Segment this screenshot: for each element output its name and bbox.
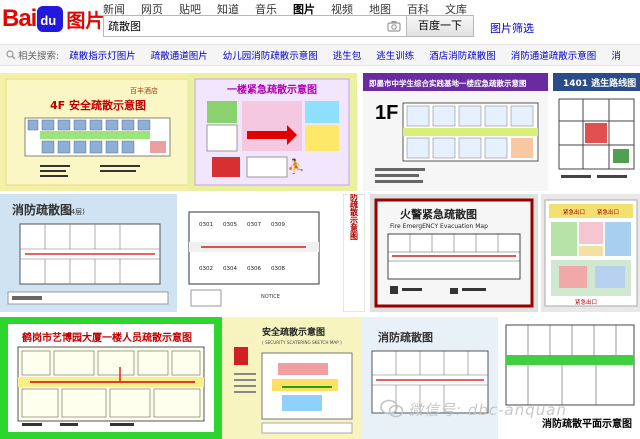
tile-title: 安全疏散示意图: [262, 326, 325, 338]
related-link[interactable]: 逃生训练: [376, 48, 414, 62]
running-man-icon: ⛹: [287, 157, 304, 175]
tile-title: 鹤岗市艺博园大厦一楼人员疏散示意图: [21, 331, 192, 344]
logo-text-images: 图片: [66, 9, 105, 32]
image-filter-link[interactable]: 图片筛选: [490, 20, 534, 36]
room-label: 0309: [271, 222, 285, 228]
search-box: [103, 15, 406, 37]
tile-title: 即墨市中学生综合实践基地一楼应急疏散示意图: [369, 78, 527, 88]
related-link[interactable]: 幼儿园消防疏散示意图: [223, 48, 318, 62]
image-result-jimo-school[interactable]: 即墨市中学生综合实践基地一楼应急疏散示意图 1F: [363, 73, 548, 191]
hotel-name: 百丰酒店: [130, 86, 158, 95]
related-link[interactable]: 消: [611, 48, 621, 62]
tile-subtitle: ( SECURITY SCATERING SKETCH MAP ): [262, 340, 342, 345]
exit-label: 紧急出口: [597, 208, 619, 216]
related-link[interactable]: 疏散通道图片: [151, 48, 208, 62]
room-label: 0304: [223, 266, 237, 272]
image-result-1401-route[interactable]: 1401 逃生路线图: [553, 73, 640, 191]
image-result-security-sketch[interactable]: 安全疏散示意图 ( SECURITY SCATERING SKETCH MAP …: [222, 317, 362, 439]
related-link[interactable]: 酒店消防疏散图: [429, 48, 496, 62]
image-results-grid: 百丰酒店 4F 安全疏散示意图 一楼紧急疏散示意图 ⛹ 即墨市中学生综合实践基地…: [0, 68, 640, 439]
camera-icon[interactable]: [387, 20, 401, 32]
image-result-colored-plan[interactable]: 紧急出口 紧急出口 紧急出口: [541, 194, 640, 312]
magnifier-icon: [6, 50, 16, 60]
related-link[interactable]: 消防通道疏散示意图: [511, 48, 597, 62]
image-result-rooms-plan[interactable]: 0301 0305 0307 0309 0302 0304 0306 0308 …: [181, 194, 343, 312]
exit-label: 紧急出口: [575, 298, 597, 306]
room-label: 0306: [247, 266, 261, 272]
related-link[interactable]: 疏散指示灯图片: [69, 48, 136, 62]
room-label: 0308: [271, 266, 285, 272]
room-label: 0301: [199, 222, 213, 228]
image-result-hegang-museum[interactable]: 鹤岗市艺博园大厦一楼人员疏散示意图: [0, 317, 222, 439]
exit-label: 紧急出口: [563, 208, 585, 216]
header: Bai du 图片 新闻 网页 贴吧 知道 音乐 图片 视频 地图 百科 文库 …: [0, 0, 640, 42]
related-label: 相关搜索:: [18, 51, 60, 62]
wechat-icon: [380, 399, 404, 418]
paw-icon: du: [37, 6, 64, 32]
tile-title: 消防疏散图: [378, 330, 433, 344]
logo-text-bai: Bai: [2, 5, 37, 32]
notice-label: NOTICE: [261, 294, 280, 300]
wechat-watermark: 微信号: dbc-anquan: [380, 396, 640, 422]
room-label: 0302: [199, 266, 213, 272]
tile-side-title: 消防疏散示意图: [349, 194, 359, 241]
tile-subtitle: Fire EmergENCY Evacuation Map: [390, 223, 488, 230]
related-searches-bar: 相关搜索: 疏散指示灯图片 疏散通道图片 幼儿园消防疏散示意图 逃生包 逃生训练…: [0, 44, 640, 66]
room-label: 0305: [223, 222, 237, 228]
search-button[interactable]: 百度一下: [406, 15, 474, 37]
image-result-4f-hotel[interactable]: 百丰酒店 4F 安全疏散示意图: [0, 73, 195, 191]
search-input[interactable]: [104, 16, 384, 36]
tile-title: 消防疏散图: [12, 202, 72, 217]
tile-subtitle: (4层): [68, 208, 85, 216]
tile-title: 4F 安全疏散示意图: [50, 98, 146, 112]
image-result-fire-evac-4f[interactable]: 消防疏散图 (4层): [0, 194, 177, 312]
baidu-logo[interactable]: Bai du 图片: [2, 4, 104, 34]
watermark-text: 微信号: dbc-anquan: [408, 400, 567, 419]
tile-title: 1401 逃生路线图: [563, 77, 636, 89]
image-result-first-floor[interactable]: 一楼紧急疏散示意图 ⛹: [187, 73, 357, 191]
tile-title: 火警紧急疏散图: [400, 207, 477, 221]
room-label: 0307: [247, 222, 261, 228]
image-result-fire-emergency[interactable]: 火警紧急疏散图 Fire EmergENCY Evacuation Map: [370, 194, 538, 312]
related-link[interactable]: 逃生包: [333, 48, 362, 62]
floor-label: 1F: [375, 102, 398, 124]
tile-title: 一楼紧急疏散示意图: [227, 83, 317, 96]
logo-text-du: du: [40, 13, 57, 28]
image-result-vertical-sign[interactable]: 消防疏散示意图: [343, 194, 365, 312]
